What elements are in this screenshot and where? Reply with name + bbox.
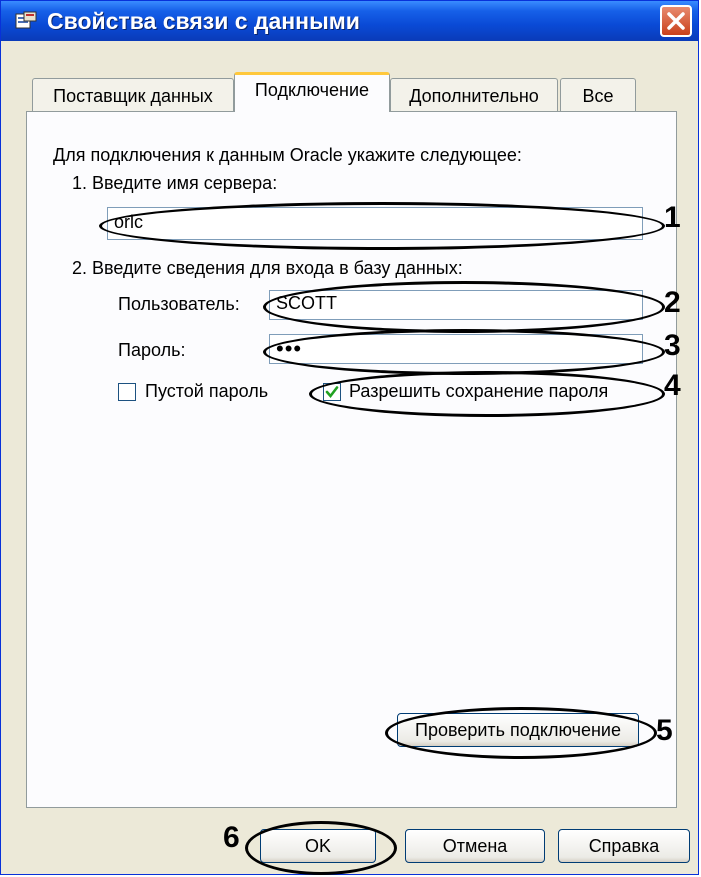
blank-password-checkbox[interactable] [118,383,136,401]
callout-number-4: 4 [664,369,681,402]
callout-number-5: 5 [656,714,673,747]
tab-advanced[interactable]: Дополнительно [390,78,558,111]
data-link-icon [15,11,37,31]
user-input[interactable]: SCOTT [269,290,643,320]
step2-label: 2. Введите сведения для входа в базу дан… [72,258,463,278]
step1-label: 1. Введите имя сервера: [72,173,278,193]
user-label: Пользователь: [118,294,240,314]
callout-number-6: 6 [223,821,240,854]
callout-number-1: 1 [664,201,681,234]
title-bar[interactable]: Свойства связи с данными [1,1,698,41]
allow-save-password-checkbox[interactable] [323,383,341,401]
window-title: Свойства связи с данными [47,8,360,34]
callout-number-3: 3 [664,329,681,362]
allow-save-password-label: Разрешить сохранение пароля [349,381,609,401]
close-button[interactable] [660,5,692,37]
tab-all[interactable]: Все [560,78,636,111]
dialog-window: Свойства связи с данными Поставщик данны… [0,0,699,875]
server-name-input[interactable]: orlc [107,207,643,240]
callout-number-2: 2 [664,286,681,319]
intro-text: Для подключения к данным Oracle укажите … [53,145,522,165]
test-connection-button[interactable]: Проверить подключение [397,713,639,747]
password-input[interactable]: ••• [269,334,643,364]
ok-button[interactable]: OK [260,829,376,863]
password-label: Пароль: [118,340,186,360]
help-button[interactable]: Справка [558,829,690,863]
tab-provider[interactable]: Поставщик данных [32,78,234,111]
blank-password-label: Пустой пароль [145,381,269,401]
cancel-button[interactable]: Отмена [405,829,545,863]
tab-connection[interactable]: Подключение [234,72,390,112]
